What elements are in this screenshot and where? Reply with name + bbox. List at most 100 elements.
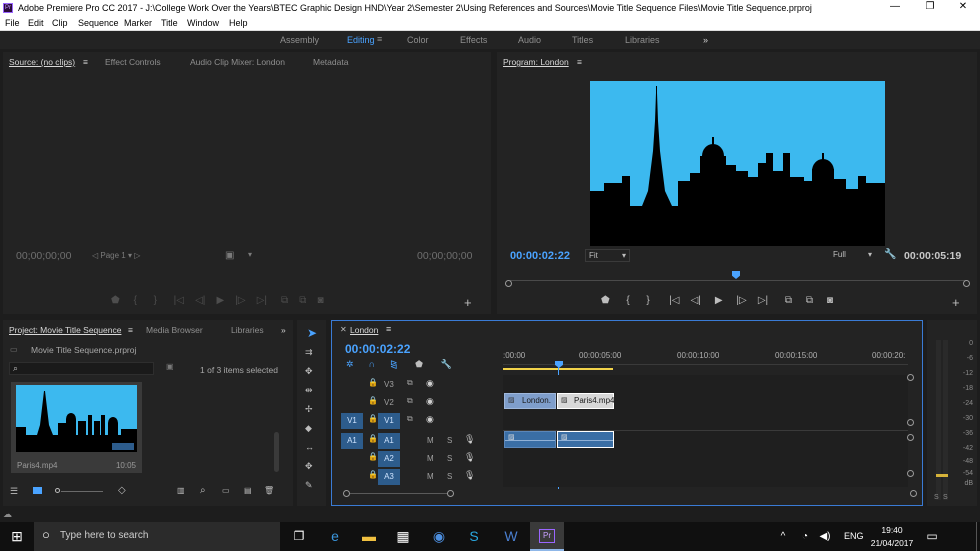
zoom-handle-right[interactable] (963, 280, 970, 287)
store-icon[interactable]: ▦ (386, 522, 420, 551)
project-tab-menu-icon[interactable]: ≡ (128, 325, 133, 335)
program-add-button-icon[interactable]: + (952, 295, 960, 310)
rolling-edit-tool-icon[interactable]: ✢ (305, 404, 313, 415)
track-select-tool-icon[interactable]: ⇉ (305, 347, 313, 358)
slip-tool-icon[interactable]: ↔ (305, 442, 314, 452)
chrome-icon[interactable]: ◉ (422, 522, 456, 551)
restore-button[interactable]: ❐ (915, 1, 945, 12)
out-point-icon[interactable]: } (646, 295, 649, 306)
go-to-in-icon[interactable]: |◁ (174, 295, 184, 306)
source-tab-menu-icon[interactable]: ≡ (83, 57, 88, 67)
toggle-output-eye-icon[interactable]: ◉ (426, 414, 434, 425)
workspace-tab-color[interactable]: Color (407, 35, 429, 45)
menu-marker[interactable]: Marker (124, 18, 152, 28)
mute-button[interactable]: M (427, 436, 434, 445)
new-bin-from-search-icon[interactable]: ▣ (166, 362, 174, 371)
selection-tool-icon[interactable]: ➤ (307, 326, 317, 340)
solo-button[interactable]: S (447, 454, 452, 463)
marker-icon[interactable]: ⬟ (111, 295, 120, 306)
mute-button[interactable]: M (427, 472, 434, 481)
ripple-edit-tool-icon[interactable]: ✥ (305, 366, 313, 377)
trash-icon[interactable]: 🗑 (264, 486, 274, 495)
workspace-menu-icon[interactable]: ≡ (377, 34, 382, 44)
program-time-ruler[interactable] (510, 280, 966, 285)
timeline-zoom-bar[interactable] (350, 493, 447, 494)
taskbar-clock[interactable]: 19:40 21/04/2017 (870, 525, 914, 548)
toggle-output-eye-icon[interactable]: ◉ (426, 396, 434, 407)
track-a1-label[interactable]: A1 (378, 433, 400, 449)
pen-tool-icon[interactable]: ✥ (305, 461, 313, 472)
step-back-icon[interactable]: ◁| (691, 295, 701, 306)
lock-icon[interactable]: 🔒 (368, 414, 378, 423)
audio-scroll-handle-bottom[interactable] (907, 470, 914, 477)
new-item-icon[interactable]: ▤ (244, 486, 252, 495)
workspace-tab-titles[interactable]: Titles (572, 35, 593, 45)
source-patch-a1[interactable]: A1 (341, 433, 363, 449)
minimize-button[interactable]: — (880, 1, 910, 12)
timeline-timecode[interactable]: 00:00:02:22 (345, 342, 410, 356)
page-dropdown[interactable]: ◁ Page 1 ▾ ▷ (92, 251, 140, 260)
lock-icon[interactable]: 🔒 (368, 396, 378, 405)
project-clip-card[interactable]: Paris4.mp4 10:05 (11, 382, 142, 473)
source-add-button-icon[interactable]: + (464, 295, 472, 310)
tab-program-london[interactable]: Program: London (503, 57, 569, 67)
meter-solo-right[interactable]: S (943, 494, 948, 501)
overwrite-icon[interactable]: ⧉ (299, 295, 306, 306)
list-view-icon[interactable]: ☰ (10, 486, 18, 497)
timeline-zoom-handle-right[interactable] (447, 490, 454, 497)
video-scroll-handle-top[interactable] (907, 374, 914, 381)
audio-scroll-handle-top[interactable] (907, 434, 914, 441)
program-tab-menu-icon[interactable]: ≡ (577, 57, 582, 67)
step-back-icon[interactable]: ◁| (195, 295, 205, 306)
menu-edit[interactable]: Edit (28, 18, 44, 28)
tab-audio-clip-mixer[interactable]: Audio Clip Mixer: London (190, 57, 285, 67)
task-view-icon[interactable]: ❐ (282, 522, 316, 551)
source-timecode-current[interactable]: 00;00;00;00 (16, 250, 71, 262)
zoom-slider-track[interactable] (61, 491, 103, 492)
word-icon[interactable]: W (494, 522, 528, 551)
program-playhead[interactable] (732, 271, 740, 279)
program-timecode-current[interactable]: 00:00:02:22 (510, 250, 570, 262)
step-forward-icon[interactable]: |▷ (235, 295, 245, 306)
timeline-tab-menu-icon[interactable]: ≡ (386, 324, 391, 334)
in-point-icon[interactable]: { (134, 295, 137, 306)
program-quality-dropdown[interactable]: Full ▾ (830, 249, 875, 262)
track-v1-label[interactable]: V1 (378, 413, 400, 429)
new-bin-icon[interactable]: ▭ (222, 486, 230, 495)
linked-selection-icon[interactable]: ⧎ (390, 359, 398, 369)
video-scroll-handle-bottom[interactable] (907, 419, 914, 426)
go-to-out-icon[interactable]: ▷| (257, 295, 267, 306)
close-button[interactable]: ✕ (948, 1, 978, 12)
source-fit-dropdown[interactable]: ▾ (248, 250, 252, 259)
action-center-icon[interactable]: ▭ (915, 522, 949, 551)
track-a3-label[interactable]: A3 (378, 469, 400, 485)
tab-source[interactable]: Source: (no clips) (9, 57, 75, 67)
workspace-tab-assembly[interactable]: Assembly (280, 35, 319, 45)
close-tab-icon[interactable]: ✕ (340, 325, 347, 334)
clip-audio-2[interactable]: ▨ (557, 431, 614, 448)
menu-file[interactable]: File (5, 18, 20, 28)
tab-metadata[interactable]: Metadata (313, 57, 348, 67)
clip-paris4-v2[interactable]: ▨ Paris4.mp4 (557, 393, 614, 409)
go-to-out-icon[interactable]: ▷| (758, 295, 768, 306)
timeline-ruler[interactable]: :00:00 00:00:05:00 00:00:10:00 00:00:15:… (503, 351, 908, 370)
tab-effect-controls[interactable]: Effect Controls (105, 57, 161, 67)
zoom-slider-handle[interactable] (55, 488, 60, 493)
menu-title[interactable]: Title (161, 18, 178, 28)
hand-tool-icon[interactable]: ✎ (305, 480, 313, 491)
volume-icon[interactable]: ◀) (808, 522, 842, 551)
lock-icon[interactable]: 🔒 (368, 378, 378, 387)
lock-icon[interactable]: 🔒 (368, 470, 378, 479)
step-forward-icon[interactable]: |▷ (736, 295, 746, 306)
mute-button[interactable]: M (427, 454, 434, 463)
workspace-more-icon[interactable]: » (703, 35, 708, 45)
premiere-taskbar-button[interactable]: Pr (530, 522, 564, 551)
taskbar-search-box[interactable]: ○ Type here to search (34, 522, 280, 551)
lift-icon[interactable]: ⧉ (785, 295, 792, 306)
nest-sequences-icon[interactable]: ✲ (346, 359, 354, 369)
solo-button[interactable]: S (447, 436, 452, 445)
export-frame-icon[interactable]: ◙ (827, 295, 833, 306)
menu-help[interactable]: Help (229, 18, 248, 28)
find-icon[interactable]: ⌕ (200, 485, 206, 496)
solo-button[interactable]: S (447, 472, 452, 481)
